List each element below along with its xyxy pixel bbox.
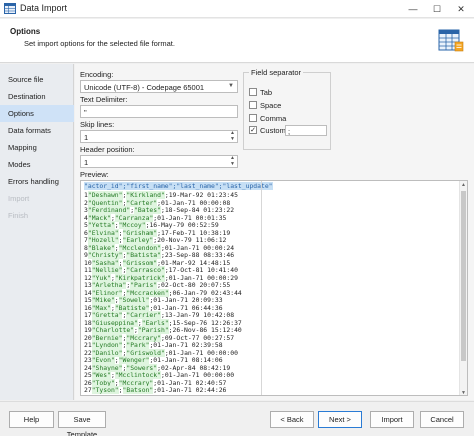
space-label: Space — [260, 101, 282, 110]
space-checkbox[interactable] — [249, 101, 257, 109]
wizard-header: Options Set import options for the selec… — [0, 19, 474, 63]
back-button[interactable]: < Back — [270, 411, 314, 428]
preview-label: Preview: — [80, 170, 109, 179]
data-import-app-icon — [4, 3, 16, 14]
cancel-button[interactable]: Cancel — [420, 411, 464, 428]
wizard-footer: Help Save Template < Back Next > Import … — [0, 401, 474, 436]
sidebar-item-data-formats[interactable]: Data formats — [0, 122, 74, 139]
encoding-value: Unicode (UTF-8) - Codepage 65001 — [84, 82, 205, 92]
comma-checkbox[interactable] — [249, 114, 257, 122]
preview-divider — [261, 181, 262, 395]
sidebar-item-errors-handling[interactable]: Errors handling — [0, 173, 74, 190]
skip-lines-label: Skip lines: — [80, 120, 115, 129]
sidebar-item-import: Import — [8, 194, 30, 203]
custom-label: Custom — [260, 126, 286, 135]
sidebar-item-destination[interactable]: Destination — [0, 88, 74, 105]
scrollbar-thumb[interactable] — [461, 191, 466, 361]
sidebar-item-finish: Finish — [8, 211, 29, 220]
help-button[interactable]: Help — [9, 411, 54, 428]
encoding-label: Encoding: — [80, 70, 114, 79]
text-delimiter-input[interactable]: " — [80, 105, 238, 118]
chevron-down-icon: ▼ — [228, 83, 234, 89]
next-button[interactable]: Next > — [318, 411, 362, 428]
window-title: Data Import — [20, 3, 68, 13]
save-template-button[interactable]: Save Template — [58, 411, 106, 436]
skip-lines-stepper[interactable]: 1 ▲ ▼ — [80, 130, 238, 143]
header-position-label: Header position: — [80, 145, 135, 154]
preview-text-area[interactable]: "actor_id";"first_name";"last_name";"las… — [80, 180, 468, 396]
scroll-up-icon[interactable]: ▲ — [460, 182, 467, 188]
sidebar-item-source-file[interactable]: Source file — [0, 71, 74, 88]
sidebar-item-mapping[interactable]: Mapping — [0, 139, 74, 156]
custom-separator-value: ; — [288, 126, 291, 136]
minimize-button[interactable]: — — [402, 0, 424, 18]
options-panel: Encoding: Unicode (UTF-8) - Codepage 650… — [75, 64, 474, 400]
sidebar-item-modes[interactable]: Modes — [0, 156, 74, 173]
tab-label: Tab — [260, 88, 273, 97]
spin-arrows-icon[interactable]: ▲ ▼ — [230, 130, 235, 142]
custom-separator-input[interactable]: ; — [285, 125, 327, 136]
wizard-steps-sidebar: Source file Destination Options Data for… — [0, 64, 74, 400]
text-delimiter-value: " — [84, 107, 87, 117]
tab-checkbox[interactable] — [249, 88, 257, 96]
import-button[interactable]: Import — [370, 411, 414, 428]
maximize-button[interactable]: ☐ — [426, 0, 448, 18]
preview-header-line: "actor_id";"first_name";"last_name";"las… — [84, 182, 273, 190]
skip-lines-value: 1 — [84, 132, 89, 142]
close-button[interactable]: ✕ — [450, 0, 472, 18]
spin-arrows-icon[interactable]: ▲ ▼ — [230, 155, 235, 167]
comma-label: Comma — [260, 114, 287, 123]
preview-line: 27"Tyson";"Batson";01-Jan-71 02:44:26 — [84, 386, 227, 394]
page-subtitle: Set import options for the selected file… — [24, 39, 175, 48]
sidebar-item-options[interactable]: Options — [0, 105, 74, 122]
field-separator-title: Field separator — [249, 68, 304, 77]
encoding-select[interactable]: Unicode (UTF-8) - Codepage 65001 ▼ — [80, 80, 238, 93]
field-separator-group — [243, 72, 331, 150]
header-position-stepper[interactable]: 1 ▲ ▼ — [80, 155, 238, 168]
text-delimiter-label: Text Delimiter: — [80, 95, 128, 104]
header-position-value: 1 — [84, 157, 89, 167]
scroll-down-icon[interactable]: ▼ — [460, 390, 467, 395]
page-title: Options — [10, 27, 41, 36]
table-options-icon — [438, 29, 464, 52]
title-bar: Data Import — ☐ ✕ — [0, 0, 474, 18]
custom-checkbox[interactable]: ✓ — [249, 126, 257, 134]
preview-scrollbar[interactable]: ▲ ▼ — [459, 181, 467, 395]
